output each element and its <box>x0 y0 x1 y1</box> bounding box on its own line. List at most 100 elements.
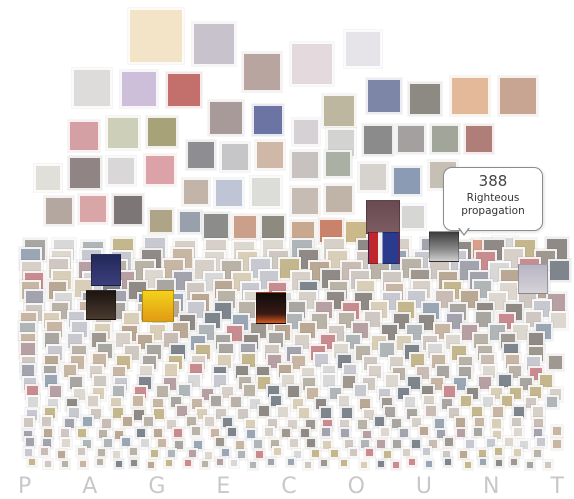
book-swatch[interactable] <box>94 456 106 468</box>
book-swatch[interactable] <box>524 459 536 471</box>
book-swatch[interactable] <box>352 382 369 399</box>
book-swatch[interactable] <box>207 99 245 137</box>
book-swatch[interactable] <box>105 155 137 187</box>
book-swatch[interactable] <box>120 414 135 429</box>
book-swatch[interactable] <box>21 415 36 430</box>
book-swatch[interactable] <box>442 435 456 449</box>
book-swatch[interactable] <box>214 456 226 468</box>
book-swatch[interactable] <box>241 382 258 399</box>
book-swatch[interactable] <box>77 193 109 225</box>
book-swatch[interactable] <box>25 394 41 410</box>
book-swatch[interactable] <box>323 149 353 179</box>
book-swatch[interactable] <box>471 425 485 439</box>
book-swatch[interactable] <box>357 161 389 193</box>
book-swatch[interactable] <box>365 77 403 115</box>
book-swatch[interactable] <box>463 123 495 155</box>
book-swatch[interactable] <box>338 457 350 469</box>
book-swatch[interactable] <box>289 185 321 217</box>
book-swatch[interactable] <box>143 153 177 187</box>
book-cover-thumbnail[interactable] <box>518 264 548 294</box>
book-swatch[interactable] <box>75 445 88 458</box>
book-swatch[interactable] <box>508 456 520 468</box>
book-swatch[interactable] <box>429 123 461 155</box>
book-swatch[interactable] <box>542 459 554 471</box>
book-swatch[interactable] <box>399 203 427 231</box>
book-swatch[interactable] <box>407 81 443 117</box>
book-swatch[interactable] <box>219 141 251 173</box>
book-swatch[interactable] <box>378 425 392 439</box>
book-swatch[interactable] <box>163 457 175 469</box>
book-swatch[interactable] <box>228 457 240 469</box>
book-swatch[interactable] <box>189 424 203 438</box>
book-swatch[interactable] <box>38 445 51 458</box>
book-swatch[interactable] <box>544 394 560 410</box>
book-swatch[interactable] <box>145 115 179 149</box>
book-swatch[interactable] <box>251 103 285 137</box>
book-swatch[interactable] <box>111 193 145 227</box>
book-swatch[interactable] <box>391 165 423 197</box>
book-swatch[interactable] <box>319 425 333 439</box>
book-swatch[interactable] <box>477 456 489 468</box>
book-swatch[interactable] <box>43 195 75 227</box>
book-swatch[interactable] <box>531 447 544 460</box>
book-swatch[interactable] <box>287 436 301 450</box>
book-swatch[interactable] <box>420 445 433 458</box>
book-swatch[interactable] <box>550 424 564 438</box>
book-swatch[interactable] <box>253 448 266 461</box>
book-swatch[interactable] <box>343 29 383 69</box>
book-swatch[interactable] <box>375 458 387 470</box>
book-swatch[interactable] <box>462 459 474 471</box>
book-swatch[interactable] <box>213 177 245 209</box>
book-swatch[interactable] <box>59 436 73 450</box>
book-swatch[interactable] <box>318 457 330 469</box>
book-cover-thumbnail[interactable] <box>86 290 116 320</box>
book-swatch[interactable] <box>231 213 259 241</box>
book-swatch[interactable] <box>265 456 277 468</box>
book-swatch[interactable] <box>247 459 259 471</box>
book-swatch[interactable] <box>256 403 272 419</box>
book-swatch[interactable] <box>185 139 217 171</box>
book-swatch[interactable] <box>127 7 185 65</box>
book-swatch[interactable] <box>497 75 539 117</box>
book-swatch[interactable] <box>67 155 103 191</box>
book-swatch[interactable] <box>42 458 54 470</box>
book-swatch[interactable] <box>105 115 141 151</box>
book-cover-thumbnail[interactable] <box>366 200 400 234</box>
book-swatch[interactable] <box>323 183 355 215</box>
book-cover-thumbnail[interactable] <box>429 231 459 262</box>
book-swatch[interactable] <box>77 458 89 470</box>
book-swatch[interactable] <box>249 175 283 209</box>
book-swatch[interactable] <box>71 67 113 109</box>
book-swatch[interactable] <box>449 75 491 117</box>
book-swatch[interactable] <box>285 456 297 468</box>
book-swatch[interactable] <box>417 424 431 438</box>
book-swatch[interactable] <box>147 207 175 235</box>
book-cover-thumbnail[interactable] <box>142 290 174 322</box>
book-swatch[interactable] <box>492 445 505 458</box>
book-swatch[interactable] <box>259 213 287 241</box>
book-swatch[interactable] <box>358 459 370 471</box>
book-swatch[interactable] <box>148 447 161 460</box>
book-swatch[interactable] <box>546 353 565 372</box>
book-swatch[interactable] <box>127 445 140 458</box>
book-swatch[interactable] <box>113 458 125 470</box>
book-swatch[interactable] <box>493 457 505 469</box>
book-swatch[interactable] <box>291 117 321 147</box>
book-swatch[interactable] <box>423 458 435 470</box>
book-swatch[interactable] <box>145 459 157 471</box>
book-swatch[interactable] <box>302 459 314 471</box>
book-swatch[interactable] <box>254 139 286 171</box>
book-swatch[interactable] <box>361 123 395 157</box>
book-swatch[interactable] <box>547 258 572 283</box>
book-swatch[interactable] <box>33 163 63 193</box>
book-swatch[interactable] <box>171 426 185 440</box>
book-swatch[interactable] <box>130 393 146 409</box>
book-cover-thumbnail[interactable] <box>91 254 121 286</box>
book-swatch[interactable] <box>201 211 231 241</box>
book-swatch[interactable] <box>165 71 203 109</box>
book-swatch[interactable] <box>225 425 239 439</box>
book-swatch[interactable] <box>182 457 194 469</box>
book-swatch[interactable] <box>59 458 71 470</box>
book-swatch[interactable] <box>181 177 211 207</box>
book-swatch[interactable] <box>390 459 402 471</box>
